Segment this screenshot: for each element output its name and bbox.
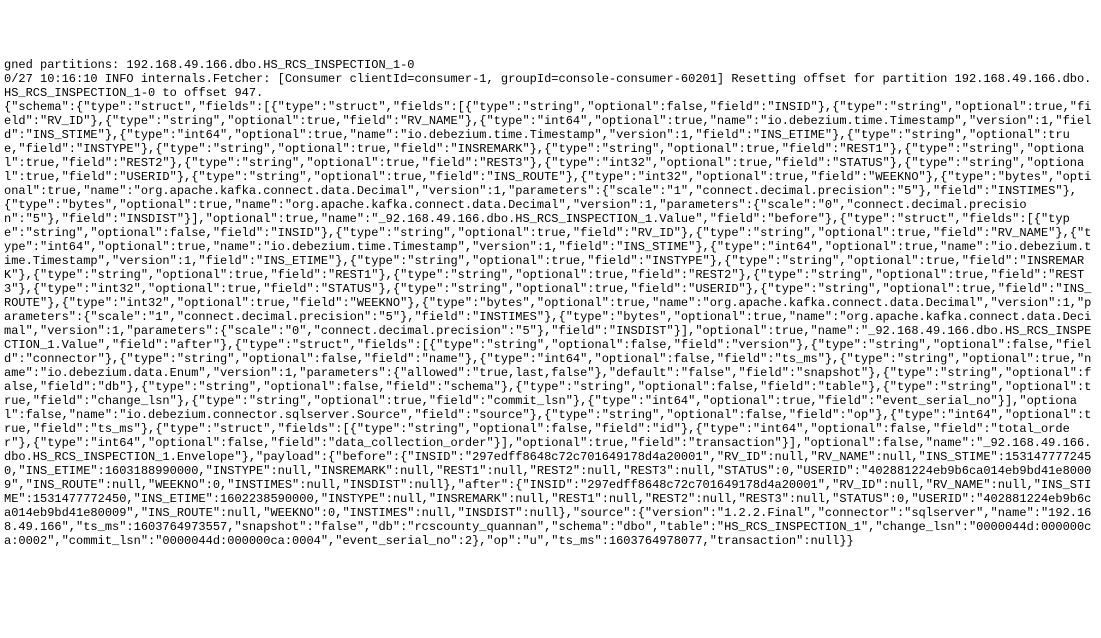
- log-info-line: 0/27 10:16:10 INFO internals.Fetcher: [C…: [4, 72, 1097, 100]
- kafka-json-payload: {"schema":{"type":"struct","fields":[{"t…: [4, 100, 1097, 548]
- log-partial-top: gned partitions: 192.168.49.166.dbo.HS_R…: [4, 58, 1097, 72]
- terminal-output[interactable]: gned partitions: 192.168.49.166.dbo.HS_R…: [0, 56, 1101, 568]
